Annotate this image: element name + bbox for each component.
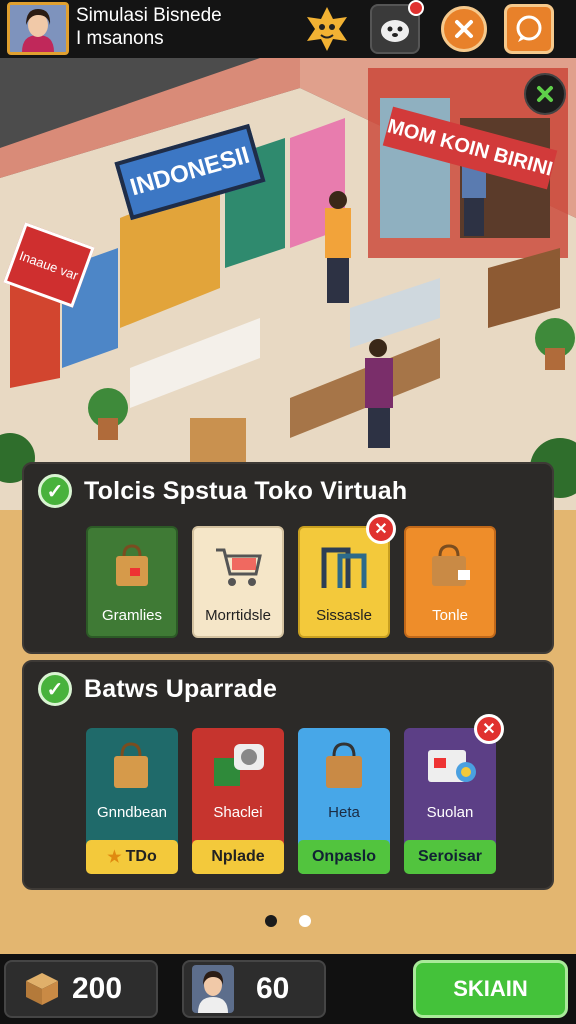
bag-icon — [116, 544, 148, 586]
remove-badge[interactable]: ✕ — [474, 714, 504, 744]
card-label: Shaclei — [213, 804, 263, 821]
store-setup-panel: ✓ Tolcis Spstua Toko Virtuah Gramlies Mo… — [22, 462, 554, 654]
game-title: Simulasi Bisnede I msanons — [76, 4, 222, 50]
chat-icon — [516, 15, 542, 42]
page-dot-active[interactable] — [265, 915, 277, 927]
panel-title: Tolcis Spstua Toko Virtuah — [84, 476, 408, 505]
upgrade-button[interactable]: Nplade — [192, 840, 284, 874]
star-icon: ★ — [107, 849, 122, 866]
bag-icon — [326, 742, 362, 788]
close-icon — [455, 20, 473, 38]
bag-icon — [114, 742, 148, 788]
bag-icon — [432, 544, 470, 586]
upgrade-panel: ✓ Batws Uparrade Gnndbean ★ TDo Shaclei … — [22, 660, 554, 890]
mascot-icon[interactable] — [302, 4, 352, 54]
close-icon — [537, 86, 553, 102]
card-label: Gramlies — [101, 607, 162, 624]
page-dot[interactable] — [299, 915, 311, 927]
shopping-cart-icon — [216, 548, 262, 586]
card-label: Sissasle — [316, 607, 372, 624]
register-icon — [428, 750, 476, 782]
panel-header: ✓ Tolcis Spstua Toko Virtuah — [24, 464, 552, 518]
check-icon: ✓ — [38, 672, 72, 706]
upgrade-card-1[interactable]: Gnndbean ★ TDo — [86, 728, 178, 874]
store-illustration — [0, 58, 576, 510]
check-icon: ✓ — [38, 474, 72, 508]
staff-count: 60 — [256, 972, 290, 1005]
button-label: TDo — [125, 848, 157, 865]
remove-badge[interactable]: ✕ — [366, 514, 396, 544]
title-line-1: Simulasi Bisnede — [76, 5, 222, 26]
button-label: Onpaslo — [311, 848, 376, 865]
store-scene[interactable]: INDONESII MOM KOIN BIRINI Inaaue var — [0, 58, 576, 510]
boxes-count: 200 — [72, 972, 123, 1005]
page-indicator — [265, 915, 311, 927]
bottom-bar: 200 60 SKIAIN — [0, 954, 576, 1024]
top-bar: Simulasi Bisnede I msanons — [0, 0, 576, 58]
scene-close-button[interactable] — [524, 73, 566, 115]
staff-avatar-icon — [192, 965, 234, 1013]
card-label: Gnndbean — [96, 804, 168, 821]
title-line-2: I msanons — [76, 28, 164, 49]
close-button[interactable] — [441, 6, 487, 52]
upgrade-card-2[interactable]: Shaclei Nplade — [192, 728, 284, 874]
chat-button[interactable] — [504, 4, 554, 54]
card-label: Tonle — [432, 607, 468, 624]
store-card-groceries[interactable]: Gramlies — [86, 526, 178, 638]
card-label: Heta — [328, 804, 360, 821]
boxes-counter[interactable]: 200 — [4, 960, 158, 1018]
button-label: Nplade — [211, 848, 265, 865]
box-icon — [26, 973, 58, 1005]
upgrade-button[interactable]: Seroisar — [404, 840, 496, 874]
upgrade-button[interactable]: ★ TDo — [86, 840, 178, 874]
panel-header: ✓ Batws Uparrade — [24, 662, 552, 716]
machine-icon — [214, 744, 264, 786]
gate-icon — [321, 547, 367, 588]
card-label: Morrtidsle — [205, 607, 271, 624]
upgrade-card-4[interactable]: Suolan Seroisar — [404, 728, 496, 874]
store-card-tools[interactable]: Tonle — [404, 526, 496, 638]
button-label: Seroisar — [417, 848, 483, 865]
upgrade-card-3[interactable]: Heta Onpaslo — [298, 728, 390, 874]
upgrade-button[interactable]: Onpaslo — [298, 840, 390, 874]
card-label: Suolan — [426, 804, 474, 821]
notification-dot — [408, 0, 424, 16]
staff-counter[interactable]: 60 — [182, 960, 326, 1018]
start-button[interactable]: SKIAIN — [413, 960, 568, 1018]
pet-notification-icon[interactable] — [370, 0, 424, 54]
panel-title: Batws Uparrade — [84, 674, 278, 703]
store-card-market[interactable]: Morrtidsle — [192, 526, 284, 638]
player-avatar[interactable] — [7, 2, 69, 55]
